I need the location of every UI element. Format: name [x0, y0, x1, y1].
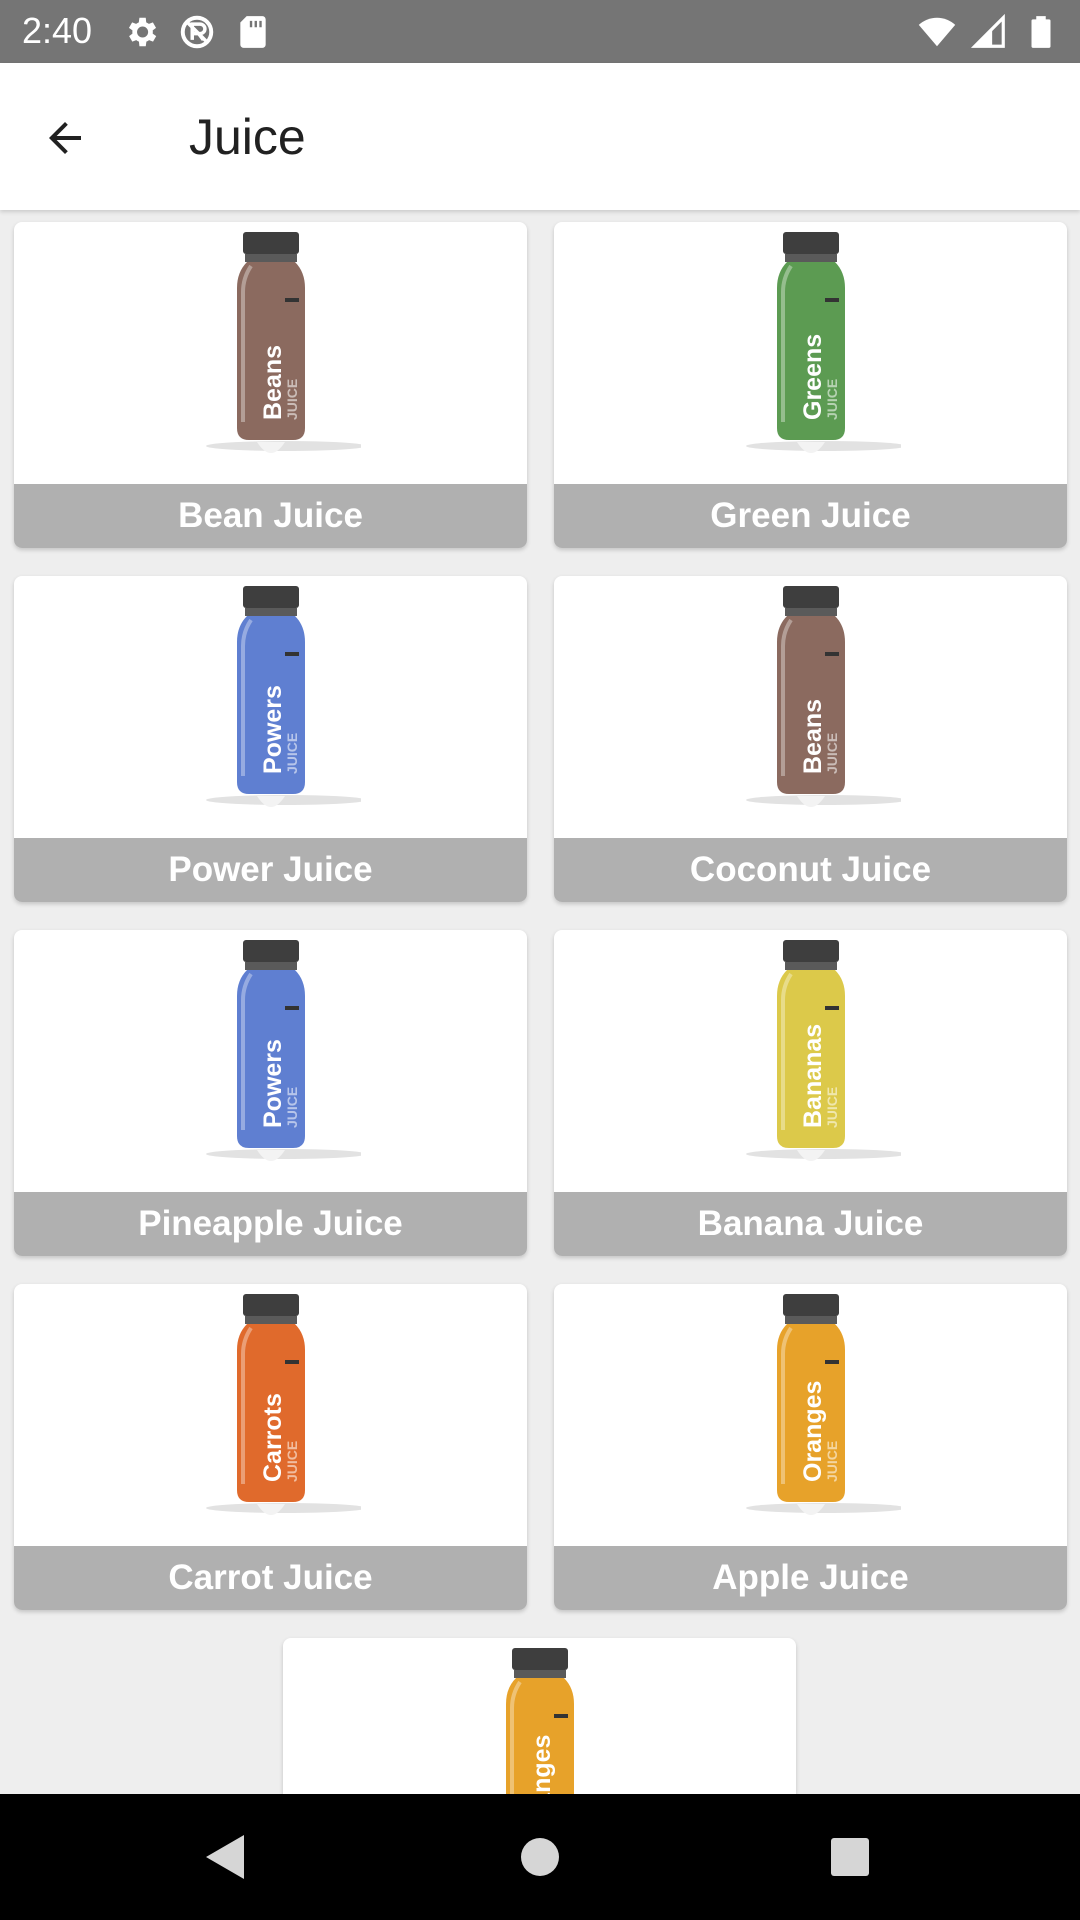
product-card[interactable]: Oranges JUICE	[283, 1638, 796, 1794]
juice-bottle-icon: Powers JUICE	[205, 586, 361, 807]
recents-square-icon[interactable]	[820, 1827, 880, 1887]
juice-bottle-icon: Beans JUICE	[205, 232, 361, 453]
bottle-sub: JUICE	[824, 1087, 840, 1128]
bottle-brand: Bananas	[799, 1024, 827, 1128]
bottle-sub: JUICE	[824, 379, 840, 420]
product-card[interactable]: Beans JUICE Bean Juice	[14, 222, 527, 548]
product-card[interactable]: Carrots JUICE Carrot Juice	[14, 1284, 527, 1610]
product-card[interactable]: Powers JUICE Power Juice	[14, 576, 527, 902]
product-name: Bean Juice	[14, 484, 527, 548]
product-card[interactable]: Powers JUICE Pineapple Juice	[14, 930, 527, 1256]
bottle-brand: Beans	[259, 345, 287, 420]
juice-bottle-icon: Carrots JUICE	[205, 1294, 361, 1515]
product-image: Beans JUICE	[14, 222, 527, 484]
product-name: Pineapple Juice	[14, 1192, 527, 1256]
battery-icon	[1031, 16, 1051, 48]
bottle-brand: Oranges	[799, 1381, 827, 1482]
product-card[interactable]: Greens JUICE Green Juice	[554, 222, 1067, 548]
juice-bottle-icon: Powers JUICE	[205, 940, 361, 1161]
juice-bottle-icon: Oranges JUICE	[745, 1294, 901, 1515]
status-icons-right	[918, 13, 1060, 51]
no-sync-icon	[180, 15, 214, 49]
arrow-back-icon	[49, 122, 81, 154]
product-image: Greens JUICE	[554, 222, 1067, 484]
juice-bottle-icon: Oranges JUICE	[505, 1648, 574, 1794]
home-circle-icon[interactable]	[510, 1827, 570, 1887]
product-name: Green Juice	[554, 484, 1067, 548]
product-image: Powers JUICE	[14, 930, 527, 1192]
product-name: Power Juice	[14, 838, 527, 902]
sd-card-icon	[240, 16, 266, 48]
product-card[interactable]: Beans JUICE Coconut Juice	[554, 576, 1067, 902]
product-card[interactable]: Bananas JUICE Banana Juice	[554, 930, 1067, 1256]
bottle-sub: JUICE	[824, 733, 840, 774]
product-card[interactable]: Oranges JUICE Apple Juice	[554, 1284, 1067, 1610]
status-bar: 2:40	[0, 0, 1080, 63]
bottle-brand: Greens	[799, 334, 827, 420]
signal-icon	[970, 13, 1005, 48]
navigation-bar	[0, 1794, 1080, 1920]
bottle-sub: JUICE	[284, 1441, 300, 1482]
status-time: 2:40	[22, 10, 93, 51]
bottle-brand: Oranges	[528, 1735, 556, 1794]
product-name: Apple Juice	[554, 1546, 1067, 1610]
product-name: Carrot Juice	[14, 1546, 527, 1610]
bottle-sub: JUICE	[284, 1087, 300, 1128]
settings-icon	[128, 17, 157, 47]
page-title: Juice	[189, 109, 306, 165]
product-image: Bananas JUICE	[554, 930, 1067, 1192]
product-name: Banana Juice	[554, 1192, 1067, 1256]
juice-bottle-icon: Bananas JUICE	[745, 940, 901, 1161]
bottle-sub: JUICE	[284, 733, 300, 774]
status-icons-left	[122, 13, 272, 51]
product-image: Oranges JUICE	[554, 1284, 1067, 1546]
bottle-sub: JUICE	[284, 379, 300, 420]
bottle-brand: Carrots	[259, 1393, 287, 1482]
juice-bottle-icon: Greens JUICE	[745, 232, 901, 453]
product-image: Carrots JUICE	[14, 1284, 527, 1546]
product-image: Oranges JUICE	[283, 1638, 796, 1794]
product-grid: Beans JUICE Bean Juice Greens JUICE Gree…	[0, 210, 1080, 1794]
bottle-brand: Powers	[259, 1039, 287, 1128]
product-image: Powers JUICE	[14, 576, 527, 838]
app-bar: Juice	[0, 63, 1080, 210]
bottle-brand: Powers	[259, 685, 287, 774]
bottle-sub: JUICE	[824, 1441, 840, 1482]
back-triangle-icon[interactable]	[196, 1827, 256, 1887]
wifi-icon	[918, 17, 956, 47]
product-name: Coconut Juice	[554, 838, 1067, 902]
bottle-brand: Beans	[799, 699, 827, 774]
product-image: Beans JUICE	[554, 576, 1067, 838]
back-button[interactable]	[30, 103, 100, 173]
juice-bottle-icon: Beans JUICE	[745, 586, 901, 807]
